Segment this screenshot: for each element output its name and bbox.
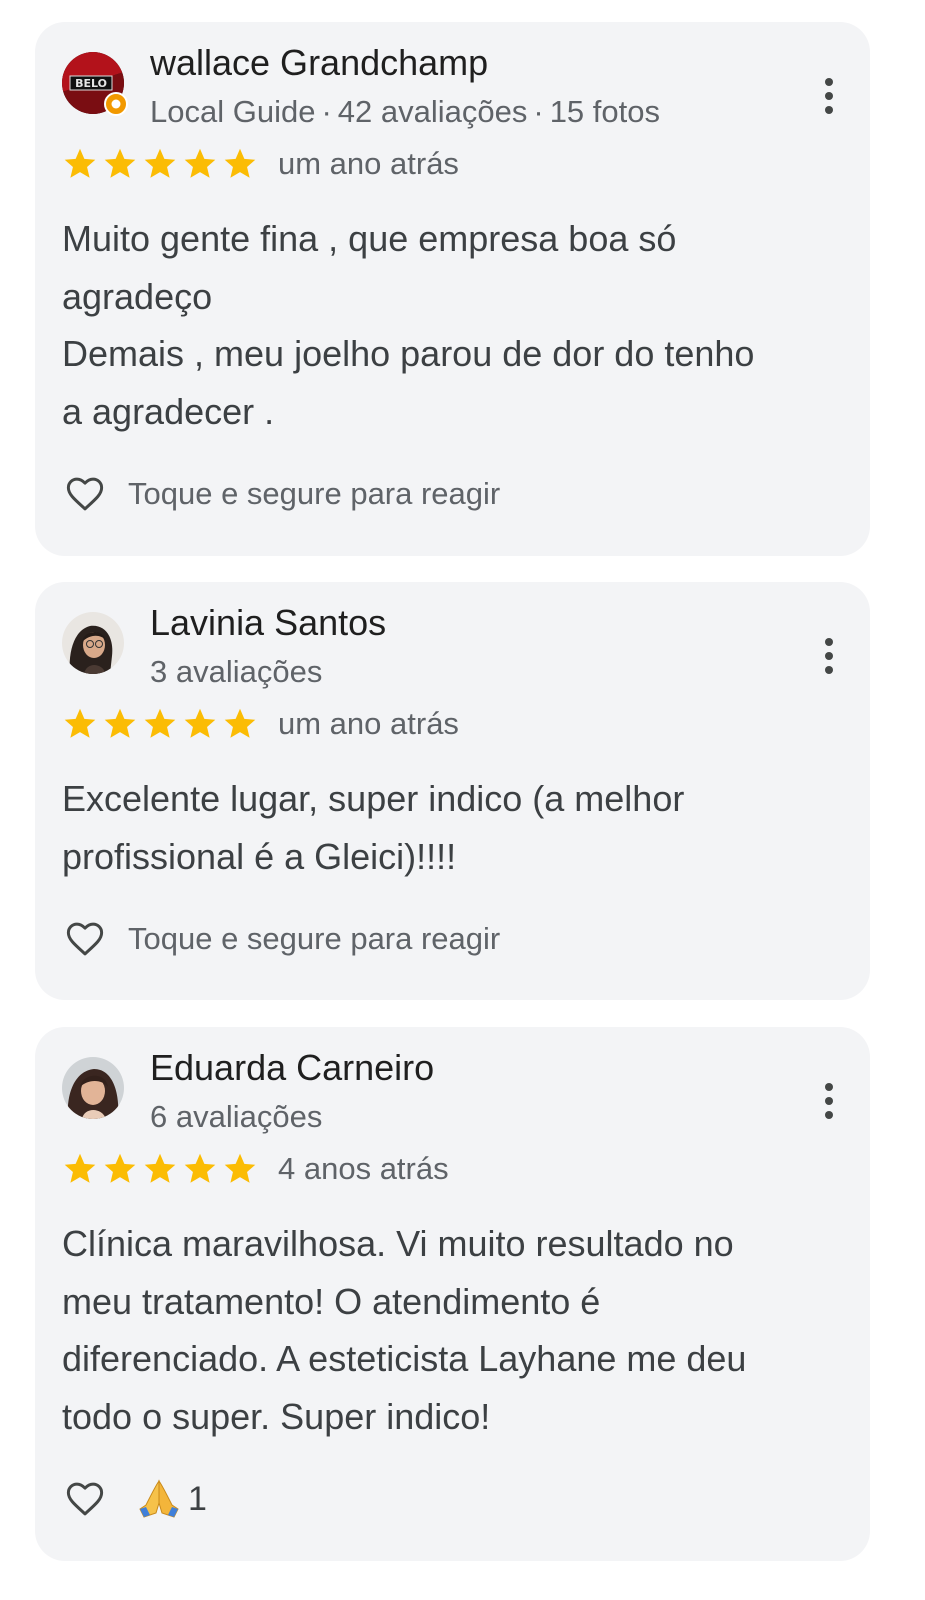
more-vert-icon-dot — [825, 652, 833, 660]
reviewer-name[interactable]: Lavinia Santos — [150, 601, 386, 645]
star-rating — [62, 706, 262, 742]
review-date: um ano atrás — [278, 146, 459, 181]
heart-outline-icon[interactable] — [62, 1478, 108, 1520]
reviewer-name[interactable]: wallace Grandchamp — [150, 41, 488, 85]
reviewer-name[interactable]: Eduarda Carneiro — [150, 1046, 434, 1090]
react-hint: Toque e segure para reagir — [128, 476, 501, 511]
review-count: 3 avaliações — [150, 654, 323, 689]
react-hint: Toque e segure para reagir — [128, 921, 501, 956]
meta-separator: · — [533, 94, 544, 129]
local-guide-badge-icon — [104, 92, 128, 116]
review-card: BELO wallace Grandchamp Local Guide · 42 a… — [35, 22, 870, 556]
star-icon — [104, 148, 136, 178]
star-rating — [62, 146, 262, 182]
more-vert-icon-dot — [825, 1097, 833, 1105]
star-icon — [224, 148, 256, 178]
reaction-count: 1 — [188, 1479, 207, 1518]
star-icon — [224, 1153, 256, 1183]
star-icon — [144, 708, 176, 738]
review-count: 6 avaliações — [150, 1099, 323, 1134]
rating-row: um ano atrás — [62, 704, 459, 744]
more-options-button[interactable] — [822, 1083, 836, 1121]
review-date: um ano atrás — [278, 706, 459, 741]
review-text: Muito gente fina , que empresa boa só ag… — [62, 218, 755, 432]
review-count: 42 avaliações — [337, 94, 528, 129]
avatar[interactable]: BELO — [62, 52, 128, 116]
review-date: 4 anos atrás — [278, 1151, 449, 1186]
react-row[interactable]: Toque e segure para reagir — [62, 470, 500, 518]
review-card: Lavinia Santos 3 avaliações um ano atrás… — [35, 582, 870, 1000]
more-vert-icon — [825, 1083, 833, 1091]
local-guide-label: Local Guide — [150, 94, 316, 129]
star-icon — [104, 1153, 136, 1183]
photo-count: 15 fotos — [549, 94, 660, 129]
reviewer-meta: 6 avaliações — [150, 1097, 322, 1137]
rating-row: um ano atrás — [62, 144, 459, 184]
more-options-button[interactable] — [822, 638, 836, 676]
rating-row: 4 anos atrás — [62, 1149, 449, 1189]
more-vert-icon-dot — [825, 92, 833, 100]
star-icon — [64, 148, 96, 178]
avatar-logo-text: BELO — [75, 77, 107, 90]
react-row[interactable]: Toque e segure para reagir — [62, 915, 500, 963]
star-rating — [62, 1151, 262, 1187]
more-options-button[interactable] — [822, 78, 836, 116]
heart-outline-icon[interactable] — [62, 918, 108, 960]
avatar[interactable] — [62, 612, 124, 674]
star-icon — [64, 708, 96, 738]
review-text: Clínica maravilhosa. Vi muito resultado … — [62, 1223, 747, 1437]
star-icon — [64, 1153, 96, 1183]
star-icon — [184, 1153, 216, 1183]
star-icon — [184, 708, 216, 738]
folded-hands-emoji — [139, 1479, 179, 1518]
more-vert-icon — [825, 78, 833, 86]
heart-outline-icon[interactable] — [62, 473, 108, 515]
more-vert-icon-dot — [825, 666, 833, 674]
reaction-chip[interactable]: 1 — [136, 1479, 207, 1519]
more-vert-icon-dot — [825, 106, 833, 114]
react-row[interactable]: 1 — [62, 1475, 207, 1523]
more-vert-icon-dot — [825, 1111, 833, 1119]
reviewer-meta: Local Guide · 42 avaliações · 15 fotos — [150, 92, 660, 132]
star-icon — [224, 708, 256, 738]
review-text: Excelente lugar, super indico (a melhor … — [62, 778, 685, 877]
review-card: Eduarda Carneiro 6 avaliações 4 anos atr… — [35, 1027, 870, 1561]
star-icon — [144, 148, 176, 178]
meta-separator: · — [321, 94, 332, 129]
more-vert-icon — [825, 638, 833, 646]
star-icon — [144, 1153, 176, 1183]
reviewer-meta: 3 avaliações — [150, 652, 322, 692]
star-icon — [104, 708, 136, 738]
avatar[interactable] — [62, 1057, 124, 1119]
star-icon — [184, 148, 216, 178]
